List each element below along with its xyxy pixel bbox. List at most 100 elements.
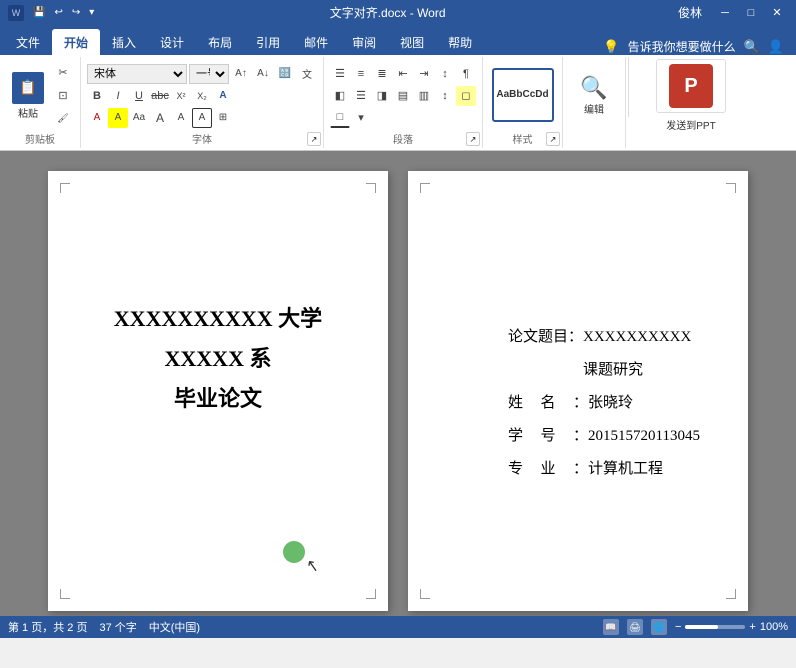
zoom-out-button[interactable]: −	[675, 621, 681, 633]
line-spacing-button[interactable]: ↕	[435, 86, 455, 106]
show-formatting-button[interactable]: ¶	[456, 64, 476, 84]
user-icon[interactable]: 👤	[768, 39, 784, 55]
corner-bl	[60, 589, 70, 599]
zoom-in-button[interactable]: +	[749, 621, 755, 633]
font-size-selector[interactable]: 一号	[189, 64, 229, 84]
distribute-button[interactable]: ▥	[414, 86, 434, 106]
search-icon[interactable]: 🔍	[744, 39, 760, 55]
tab-help[interactable]: 帮助	[436, 29, 484, 55]
strikethrough-button[interactable]: abc	[150, 86, 170, 106]
info-row-major: 专 业 ： 计算机工程	[508, 453, 708, 486]
title-bar-left: W 💾 ↩ ↪ ▾	[8, 5, 97, 21]
decrease-indent-button[interactable]: ⇤	[393, 64, 413, 84]
paste-button[interactable]: 📋 粘贴	[6, 70, 50, 122]
corner-br	[366, 589, 376, 599]
font-case-button[interactable]: Aa	[129, 108, 149, 128]
maximize-button[interactable]: □	[740, 2, 762, 24]
superscript-button[interactable]: X²	[171, 86, 191, 106]
info-label-major: 专 业 ：	[508, 453, 588, 486]
undo-button[interactable]: ↩	[51, 6, 65, 19]
font-name-selector[interactable]: 宋体	[87, 64, 187, 84]
edit-group: 🔍 编辑	[563, 57, 626, 148]
redo-button[interactable]: ↪	[69, 6, 83, 19]
tab-file[interactable]: 文件	[4, 29, 52, 55]
border-bottom-button[interactable]: □	[330, 108, 350, 128]
corner-tr-2	[726, 183, 736, 193]
style-preview[interactable]: AaBbCcDd	[492, 68, 554, 122]
info-row-topic: 论文题目： XXXXXXXXXX 课题研究	[508, 321, 708, 387]
style-expand-button[interactable]: ↗	[546, 132, 560, 146]
tab-review[interactable]: 审阅	[340, 29, 388, 55]
align-center-button[interactable]: ☰	[351, 86, 371, 106]
text-effect-button[interactable]: A	[213, 86, 233, 106]
numbered-list-button[interactable]: ≡	[351, 64, 371, 84]
info-row-id: 学 号 ： 201515720113045	[508, 420, 708, 453]
minimize-button[interactable]: ─	[714, 2, 736, 24]
lightbulb-icon[interactable]: 💡	[603, 39, 619, 55]
read-view-button[interactable]: 📖	[603, 619, 619, 635]
status-bar: 第 1 页，共 2 页 37 个字 中文(中国) 📖 🖨 🌐 − + 100%	[0, 616, 796, 638]
clipboard-label: 剪贴板	[0, 131, 80, 146]
decrease-font-button[interactable]: A↓	[253, 64, 273, 84]
tab-view[interactable]: 视图	[388, 29, 436, 55]
font-color-button[interactable]: A	[87, 108, 107, 128]
align-left-button[interactable]: ◧	[330, 86, 350, 106]
tab-design[interactable]: 设计	[148, 29, 196, 55]
smaller-a-button[interactable]: A	[171, 108, 191, 128]
print-view-button[interactable]: 🖨	[627, 619, 643, 635]
corner-tl	[60, 183, 70, 193]
increase-font-button[interactable]: A↑	[231, 64, 251, 84]
close-button[interactable]: ✕	[766, 2, 788, 24]
char-border-button[interactable]: ⊞	[213, 108, 233, 128]
send-to-ppt-group: P 发送到PPT	[631, 57, 751, 148]
edit-icon: 🔍	[580, 75, 607, 101]
ribbon-content: 📋 粘贴 ✂ ⊡ 🖌 剪贴板 宋体	[0, 55, 796, 151]
page-count: 第 1 页，共 2 页	[8, 619, 87, 635]
save-button[interactable]: 💾	[30, 6, 48, 19]
paragraph-expand-button[interactable]: ↗	[466, 132, 480, 146]
shading-button[interactable]: ◻	[456, 86, 476, 106]
tab-home[interactable]: 开始	[52, 29, 100, 55]
ppt-button[interactable]: P	[656, 59, 726, 113]
subscript-button[interactable]: X₂	[192, 86, 212, 106]
copy-button[interactable]: ⊡	[52, 85, 74, 107]
underline-button[interactable]: U	[129, 86, 149, 106]
tab-insert[interactable]: 插入	[100, 29, 148, 55]
italic-button[interactable]: I	[108, 86, 128, 106]
highlight-button[interactable]: A	[108, 108, 128, 128]
info-label-name: 姓 名 ：	[508, 387, 588, 420]
bigger-a-button[interactable]: A	[150, 108, 170, 128]
web-view-button[interactable]: 🌐	[651, 619, 667, 635]
sort-button[interactable]: ↕	[435, 64, 455, 84]
info-label-topic: 论文题目：	[508, 321, 583, 354]
edit-button[interactable]: 🔍 编辑	[569, 71, 619, 120]
quick-access-toolbar: 💾 ↩ ↪ ▾	[30, 6, 97, 19]
info-value-major: 计算机工程	[588, 453, 663, 486]
word-count: 37 个字	[99, 619, 136, 635]
ppt-content: P 发送到PPT	[656, 59, 726, 146]
zoom-slider[interactable]	[685, 625, 745, 629]
bold-button[interactable]: B	[87, 86, 107, 106]
cut-button[interactable]: ✂	[52, 62, 74, 84]
multilevel-list-button[interactable]: ≣	[372, 64, 392, 84]
info-value-name: 张晓玲	[588, 387, 633, 420]
align-right-button[interactable]: ◨	[372, 86, 392, 106]
tab-references[interactable]: 引用	[244, 29, 292, 55]
border-dropdown-button[interactable]: ▾	[351, 108, 371, 128]
document-area[interactable]: XXXXXXXXXX 大学 XXXXX 系 毕业论文 ↖ 论文题目： XXXXX…	[0, 151, 796, 616]
tab-layout[interactable]: 布局	[196, 29, 244, 55]
help-search-label[interactable]: 告诉我你想要做什么	[628, 38, 736, 55]
format-painter-button[interactable]: 🖌	[52, 108, 74, 130]
zoom-bar: − + 100%	[675, 621, 788, 633]
customize-button[interactable]: ▾	[86, 6, 97, 19]
language: 中文(中国)	[149, 619, 200, 635]
bullets-button[interactable]: ☰	[330, 64, 350, 84]
tab-mail[interactable]: 邮件	[292, 29, 340, 55]
increase-indent-button[interactable]: ⇥	[414, 64, 434, 84]
ribbon-tab-bar: 文件 开始 插入 设计 布局 引用 邮件 审阅 视图 帮助 💡 告诉我你想要做什…	[0, 25, 796, 55]
phonetics-button[interactable]: 文	[297, 64, 317, 84]
justify-button[interactable]: ▤	[393, 86, 413, 106]
font-expand-button[interactable]: ↗	[307, 132, 321, 146]
text-border-button[interactable]: A	[192, 108, 212, 128]
clear-format-button[interactable]: 🔠	[275, 64, 295, 84]
